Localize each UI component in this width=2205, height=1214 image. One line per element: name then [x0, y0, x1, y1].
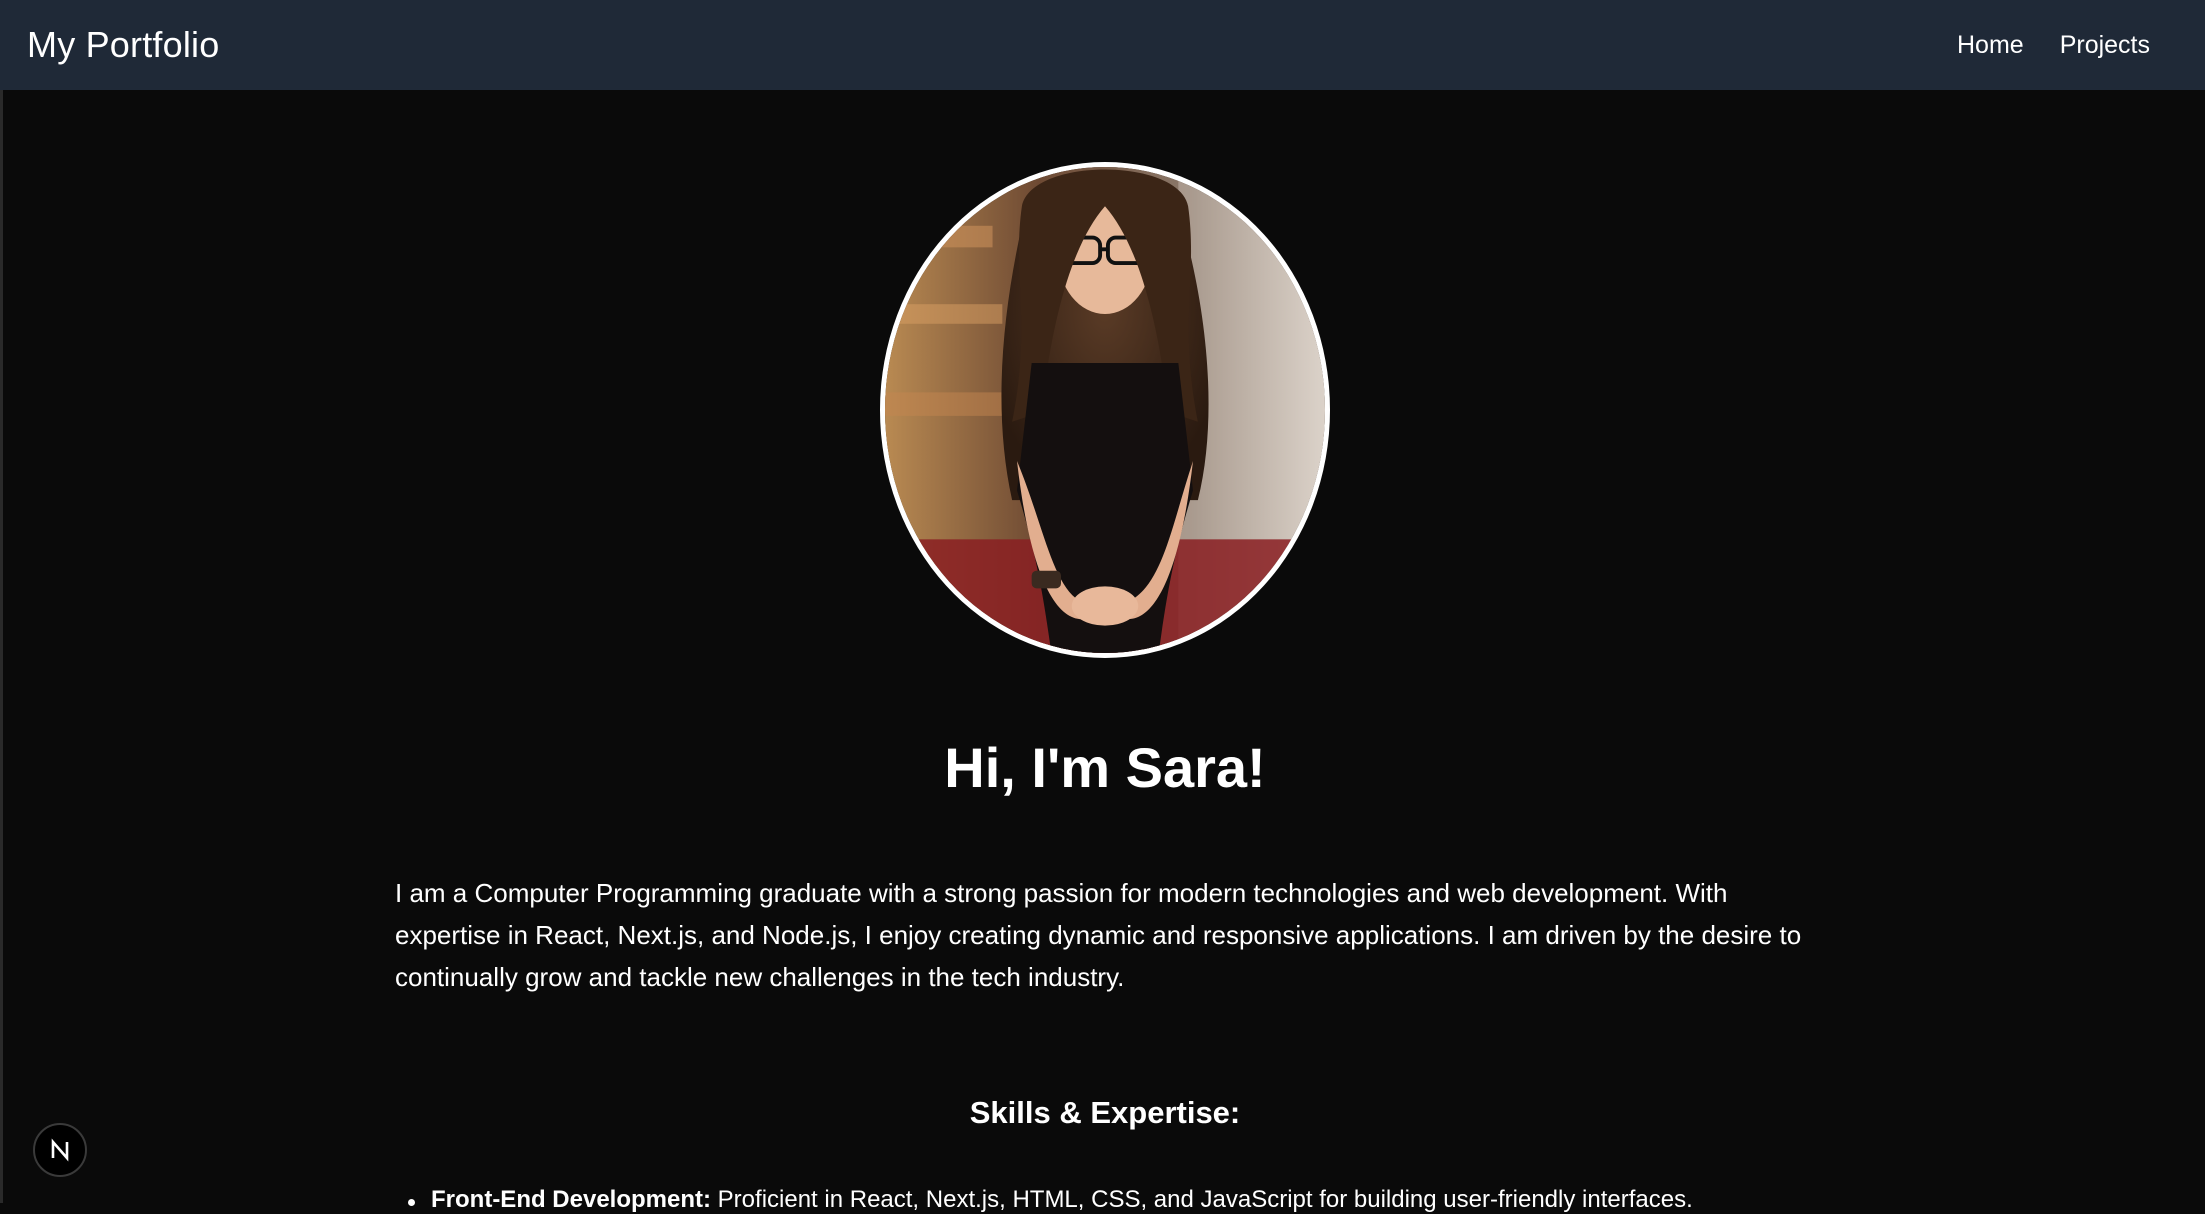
brand-title[interactable]: My Portfolio [27, 24, 219, 66]
intro-paragraph: I am a Computer Programming graduate wit… [395, 878, 1802, 992]
page-left-border [0, 90, 3, 1203]
hero-heading: Hi, I'm Sara! [944, 736, 1266, 799]
top-navbar: My Portfolio Home Projects [0, 0, 2205, 90]
nav-link-home[interactable]: Home [1957, 31, 2024, 60]
skill-item-text: Proficient in React, Next.js, HTML, CSS,… [717, 1186, 1693, 1213]
profile-photo [880, 162, 1330, 658]
nextjs-logo-icon [51, 1138, 69, 1162]
skill-item: Front-End Development: Proficient in Rea… [400, 1186, 1900, 1214]
skills-heading: Skills & Expertise: [969, 1095, 1241, 1130]
skill-item-label: Front-End Development: [431, 1186, 711, 1213]
profile-photo-illustration [885, 167, 1325, 653]
nextjs-dev-indicator-button[interactable] [33, 1123, 87, 1177]
nav-link-projects[interactable]: Projects [2060, 31, 2150, 60]
nav-links: Home Projects [1957, 31, 2150, 60]
skills-list: Front-End Development: Proficient in Rea… [400, 1186, 1900, 1214]
